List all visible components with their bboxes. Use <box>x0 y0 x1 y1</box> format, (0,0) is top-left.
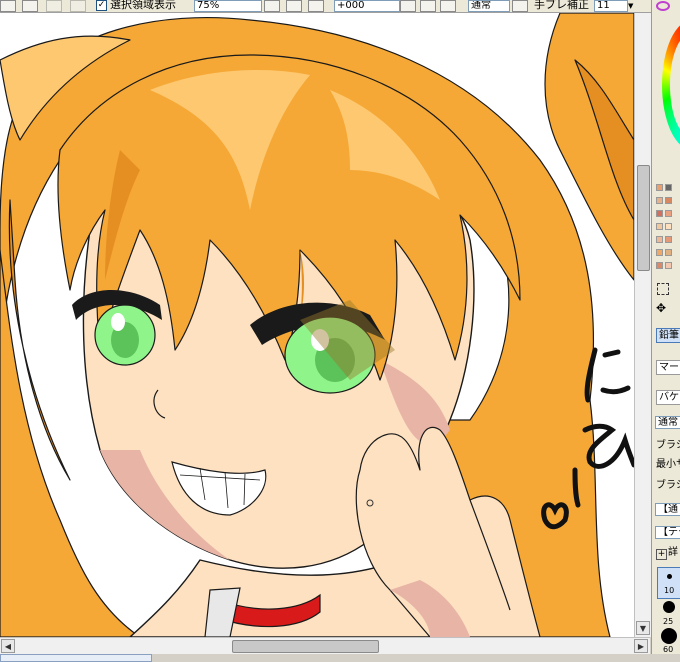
rotate-right-button[interactable] <box>420 0 436 12</box>
vertical-scrollbar[interactable]: ▼ <box>634 13 651 637</box>
tool-bucket-label: バケツ <box>659 392 680 403</box>
blend-mode-dropdown[interactable]: 通常 <box>468 0 510 12</box>
tool-marker-label: マーカー <box>659 362 680 373</box>
zoom-out-button[interactable] <box>264 0 280 12</box>
brush-size-label: 60 <box>663 645 674 654</box>
detail-label: 詳 <box>668 547 678 558</box>
move-tool-icon[interactable]: ✥ <box>656 302 666 314</box>
selection-tool-icon[interactable] <box>657 283 669 295</box>
tool-marker[interactable]: マーカー <box>656 360 680 375</box>
blend-mode-value: 通常 <box>471 0 491 11</box>
rotation-dropdown[interactable]: +000 <box>334 0 400 12</box>
status-bar <box>0 654 680 662</box>
scroll-down-icon[interactable]: ▼ <box>636 621 650 635</box>
tool-bucket[interactable]: バケツ <box>656 390 680 405</box>
canvas-toolbar: ✓ 選択領域表示 75% +000 通常 手ブレ補正 11 ▼ <box>0 0 652 13</box>
canvas-tab[interactable] <box>0 654 152 662</box>
brush-texture-label: ブラシ <box>656 480 680 491</box>
color-swatch[interactable] <box>656 236 663 243</box>
vertical-scrollbar-thumb[interactable] <box>637 165 650 271</box>
deselect-button[interactable] <box>0 0 16 12</box>
color-swatch[interactable] <box>656 197 663 204</box>
tool-pencil-label: 鉛筆 <box>659 330 679 341</box>
zoom-reset-button[interactable] <box>308 0 324 12</box>
min-size-label: 最小サ <box>656 459 680 470</box>
rotate-left-button[interactable] <box>400 0 416 12</box>
flip-button[interactable] <box>512 0 528 12</box>
stabilizer-dropdown[interactable]: 11 <box>594 0 628 12</box>
zoom-in-button[interactable] <box>286 0 302 12</box>
color-swatch[interactable] <box>656 223 663 230</box>
show-selection-checkbox[interactable]: ✓ <box>96 0 107 11</box>
scroll-left-icon[interactable]: ◀ <box>1 639 15 653</box>
stabilizer-label: 手ブレ補正 <box>534 0 589 11</box>
scroll-right-icon[interactable]: ▶ <box>634 639 648 653</box>
tool-panel: ✥ 鉛筆 マーカー バケツ 通常 ブラシ 最小サ ブラシ 【通 【テク + 詳 … <box>651 0 680 654</box>
color-swatch[interactable] <box>665 262 672 269</box>
color-swatch[interactable] <box>665 249 672 256</box>
brush-size-label: 10 <box>664 586 675 595</box>
color-swatch[interactable] <box>665 223 672 230</box>
normal-option-value: 【通 <box>658 504 678 515</box>
normal-option-dropdown[interactable]: 【通 <box>655 503 680 516</box>
color-swatch[interactable] <box>656 262 663 269</box>
horizontal-scrollbar[interactable]: ◀ ▶ <box>0 637 650 654</box>
brush-shape-label: ブラシ <box>656 440 680 451</box>
rotate-reset-button[interactable] <box>440 0 456 12</box>
brush-size-10-button[interactable]: 10 <box>657 567 680 599</box>
zoom-dropdown[interactable]: 75% <box>194 0 262 12</box>
texture-option-value: 【テク <box>658 527 680 538</box>
tool-pencil[interactable]: 鉛筆 <box>656 328 680 343</box>
horizontal-scrollbar-thumb[interactable] <box>232 640 379 653</box>
brush-size-dot <box>663 601 675 613</box>
color-swatch[interactable] <box>656 249 663 256</box>
brush-size-dot <box>667 574 672 579</box>
brush-blend-value: 通常 <box>658 417 678 428</box>
brush-blend-dropdown[interactable]: 通常 <box>655 416 680 429</box>
brush-size-60-button[interactable]: 60 <box>657 628 679 654</box>
brush-size-25-button[interactable]: 25 <box>657 599 679 627</box>
color-swatch[interactable] <box>665 197 672 204</box>
color-circle-tab-icon[interactable] <box>656 1 670 11</box>
clear-selection-button[interactable] <box>70 0 86 12</box>
color-swatch[interactable] <box>656 210 663 217</box>
stabilizer-value: 11 <box>597 0 610 11</box>
show-selection-label: 選択領域表示 <box>110 0 176 11</box>
select-all-button[interactable] <box>22 0 38 12</box>
zoom-value: 75% <box>197 0 220 11</box>
invert-selection-button[interactable] <box>46 0 62 12</box>
color-swatch[interactable] <box>665 236 672 243</box>
texture-option-dropdown[interactable]: 【テク <box>655 526 680 539</box>
drawing-canvas[interactable] <box>0 13 634 637</box>
rotation-value: +000 <box>337 0 365 11</box>
expand-plus-icon[interactable]: + <box>656 549 667 560</box>
chevron-down-icon[interactable]: ▼ <box>628 2 633 10</box>
color-swatch[interactable] <box>665 210 672 217</box>
brush-size-dot <box>661 628 677 644</box>
brush-size-label: 25 <box>663 617 674 626</box>
color-swatch[interactable] <box>665 184 672 191</box>
illustration <box>0 13 634 637</box>
color-swatch[interactable] <box>656 184 663 191</box>
